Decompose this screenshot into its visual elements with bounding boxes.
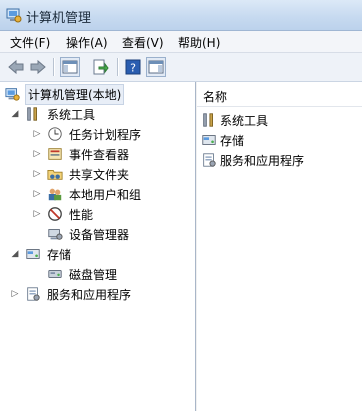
back-arrow-icon[interactable] (6, 57, 26, 77)
tree-item-label: 设备管理器 (69, 227, 130, 242)
tree-item-label: 任务计划程序 (69, 127, 142, 142)
clock-icon (46, 125, 64, 143)
export-list-icon[interactable] (90, 57, 110, 77)
tree-item-performance[interactable]: ▷ 性能 (32, 204, 95, 224)
expand-arrow-icon[interactable]: ▷ (32, 209, 42, 219)
menu-action[interactable]: 操作(A) (66, 34, 108, 51)
toolbar-separator (117, 58, 118, 76)
tree-item-storage[interactable]: ◢ 存储 (10, 244, 73, 264)
console-tree: 计算机管理(本地) ◢ 系统工具 ▷ 任务计划程序 ▷ 事件查看器 ▷ 共享文件… (0, 82, 196, 411)
tree-item-label: 本地用户和组 (69, 187, 142, 202)
forward-arrow-icon[interactable] (28, 57, 48, 77)
menu-help[interactable]: 帮助(H) (178, 34, 220, 51)
list-item-label: 存储 (220, 133, 245, 148)
show-hide-console-tree-icon[interactable] (60, 57, 80, 77)
services-icon (24, 285, 42, 303)
services-icon (201, 152, 217, 168)
storage-icon (201, 132, 217, 148)
collapse-arrow-icon[interactable]: ◢ (10, 109, 20, 119)
toolbar: ? (0, 53, 362, 82)
expand-arrow-icon[interactable]: ▷ (10, 289, 20, 299)
event-viewer-icon (46, 145, 64, 163)
expand-arrow-icon[interactable]: ▷ (32, 169, 42, 179)
tree-item-label: 磁盘管理 (69, 267, 118, 282)
svg-text:?: ? (130, 62, 136, 75)
expand-arrow-icon[interactable]: ▷ (32, 129, 42, 139)
tree-item-label: 事件查看器 (69, 147, 130, 162)
collapse-arrow-icon[interactable]: ◢ (10, 249, 20, 259)
list-item-label: 服务和应用程序 (220, 153, 305, 168)
tree-item-local-users-groups[interactable]: ▷ 本地用户和组 (32, 184, 143, 204)
window-title: 计算机管理 (26, 11, 92, 26)
tools-icon (24, 105, 42, 123)
list-item-system-tools[interactable]: 系统工具 (201, 110, 268, 130)
device-manager-icon (46, 225, 64, 243)
users-icon (46, 185, 64, 203)
tree-item-event-viewer[interactable]: ▷ 事件查看器 (32, 144, 131, 164)
tree-item-label: 服务和应用程序 (47, 287, 132, 302)
tree-item-services-apps[interactable]: ▷ 服务和应用程序 (10, 284, 133, 304)
tools-icon (201, 112, 217, 128)
computer-management-icon (6, 8, 22, 23)
tree-item-label: 系统工具 (47, 107, 96, 122)
tree-item-shared-folders[interactable]: ▷ 共享文件夹 (32, 164, 131, 184)
tree-item-computer-management[interactable]: 计算机管理(本地) (4, 83, 125, 105)
show-hide-action-pane-icon[interactable] (146, 57, 166, 77)
disk-icon (46, 265, 64, 283)
tree-item-label: 计算机管理(本地) (25, 83, 125, 105)
toolbar-separator (53, 58, 54, 76)
storage-icon (24, 245, 42, 263)
menu-bar: 文件(F) 操作(A) 查看(V) 帮助(H) (0, 31, 362, 53)
tree-item-label: 存储 (47, 247, 72, 262)
column-header-name[interactable]: 名称 (197, 82, 362, 107)
performance-icon (46, 205, 64, 223)
tree-item-disk-management[interactable]: 磁盘管理 (46, 264, 119, 284)
details-pane: 名称 系统工具 存储 服务和应用程序 (197, 82, 362, 411)
list-item-label: 系统工具 (220, 113, 269, 128)
tree-item-system-tools[interactable]: ◢ 系统工具 (10, 104, 97, 124)
tree-item-task-scheduler[interactable]: ▷ 任务计划程序 (32, 124, 143, 144)
menu-view[interactable]: 查看(V) (122, 34, 164, 51)
title-bar: 计算机管理 (0, 0, 362, 31)
computer-management-icon (4, 85, 22, 103)
column-header-label: 名称 (203, 90, 228, 104)
tree-item-label: 共享文件夹 (69, 167, 130, 182)
expand-arrow-icon[interactable]: ▷ (32, 149, 42, 159)
tree-item-device-manager[interactable]: 设备管理器 (46, 224, 131, 244)
tree-item-label: 性能 (69, 207, 94, 222)
list-item-services-apps[interactable]: 服务和应用程序 (201, 150, 304, 170)
expand-arrow-icon[interactable]: ▷ (32, 189, 42, 199)
help-icon[interactable]: ? (123, 57, 143, 77)
menu-file[interactable]: 文件(F) (10, 34, 50, 51)
list-item-storage[interactable]: 存储 (201, 130, 244, 150)
shared-folder-icon (46, 165, 64, 183)
